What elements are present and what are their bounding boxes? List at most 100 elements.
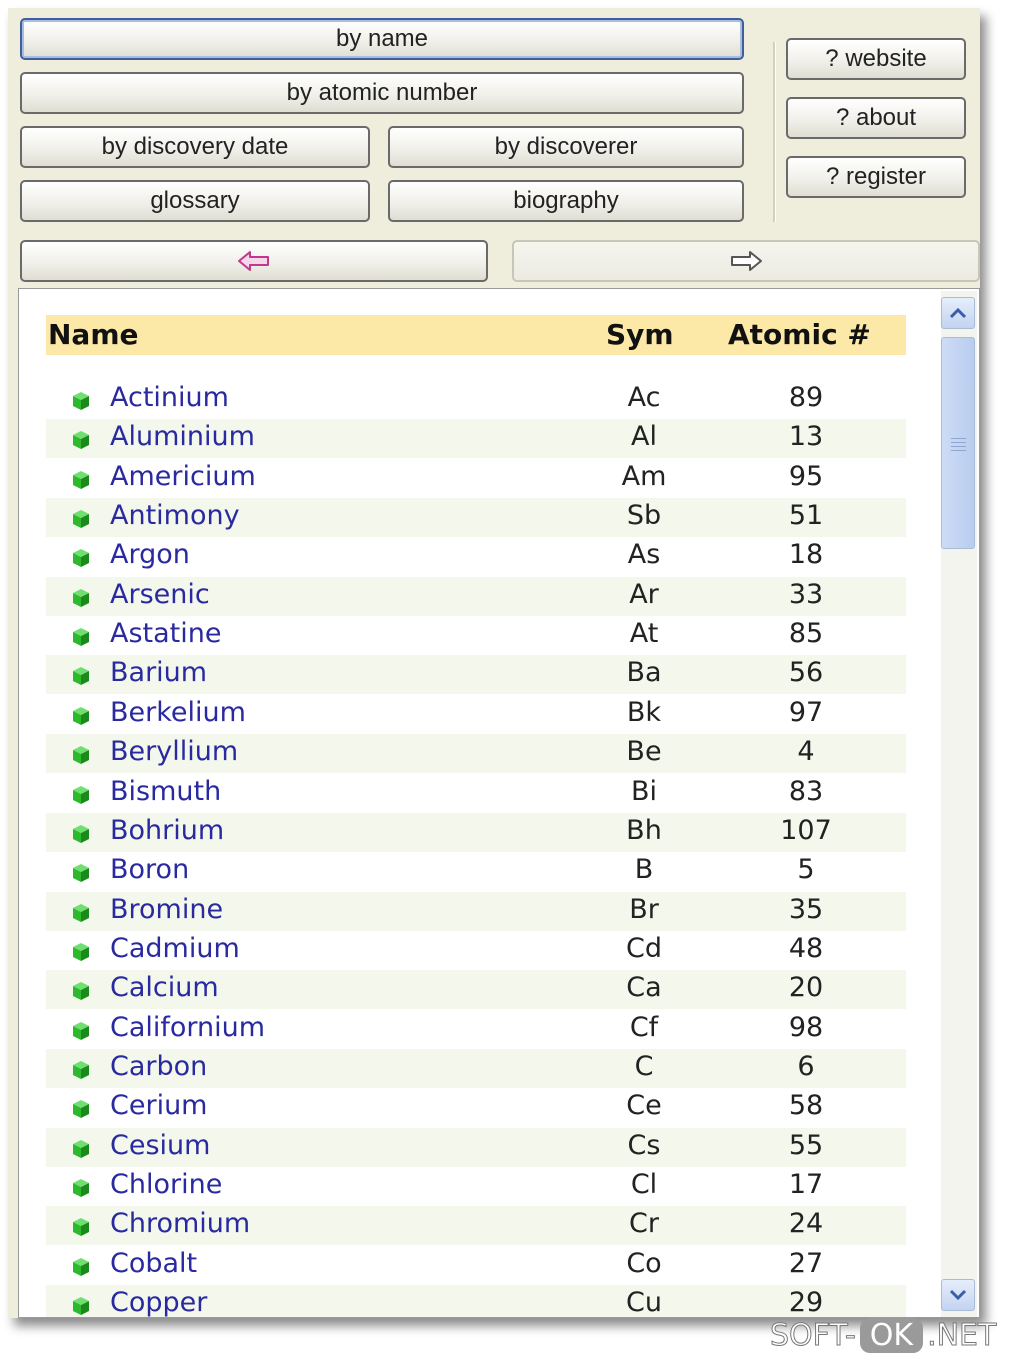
element-name-link[interactable]: Cesium — [110, 1130, 210, 1161]
element-name-link[interactable]: Berkelium — [110, 697, 246, 728]
table-row[interactable]: Arsenic Ar 33 — [46, 576, 906, 616]
table-row[interactable]: Americium Am 95 — [46, 459, 906, 498]
element-atomic-number: 24 — [788, 1208, 824, 1240]
scroll-down-button[interactable] — [941, 1279, 975, 1311]
cube-icon — [73, 746, 89, 765]
watermark-left: SOFT- — [770, 1318, 857, 1354]
table-row[interactable]: Cerium Ce 58 — [46, 1088, 906, 1127]
table-row[interactable]: Berkelium Bk 97 — [46, 695, 906, 734]
element-symbol: Am — [621, 460, 667, 492]
cube-icon — [73, 982, 89, 1001]
element-name-link[interactable]: Chromium — [110, 1208, 250, 1239]
element-atomic-number: 98 — [788, 1011, 824, 1043]
table-row[interactable]: Cesium Cs 55 — [46, 1127, 906, 1167]
element-atomic-number: 5 — [797, 854, 815, 886]
table-row[interactable]: Cobalt Co 27 — [46, 1246, 906, 1285]
table-row[interactable]: Chlorine Cl 17 — [46, 1167, 906, 1206]
by-name-button[interactable]: by name — [20, 18, 744, 60]
element-atomic-number: 33 — [788, 578, 824, 610]
element-name-link[interactable]: Antimony — [110, 500, 240, 531]
table-row[interactable]: Cadmium Cd 48 — [46, 931, 906, 970]
by-atomic-number-button[interactable]: by atomic number — [20, 72, 744, 114]
cube-icon — [73, 510, 89, 529]
cube-icon — [73, 431, 89, 450]
header-name[interactable]: Name — [48, 318, 139, 351]
element-symbol: As — [627, 539, 661, 571]
element-name-link[interactable]: Bohrium — [110, 815, 224, 846]
element-name-link[interactable]: Barium — [110, 657, 207, 688]
vertical-scrollbar[interactable] — [941, 291, 977, 1317]
element-name-link[interactable]: Beryllium — [110, 736, 238, 767]
table-row[interactable]: Beryllium Be 4 — [46, 734, 906, 774]
scroll-up-button[interactable] — [941, 297, 975, 329]
register-button[interactable]: ? register — [786, 156, 966, 198]
table-row[interactable]: Californium Cf 98 — [46, 1010, 906, 1049]
about-button[interactable]: ? about — [786, 97, 966, 139]
biography-button[interactable]: biography — [388, 180, 744, 222]
element-name-link[interactable]: Astatine — [110, 618, 221, 649]
by-discoverer-button[interactable]: by discoverer — [388, 126, 744, 168]
cube-icon — [73, 549, 89, 568]
element-name-link[interactable]: Cerium — [110, 1090, 207, 1121]
forward-button[interactable] — [512, 240, 980, 282]
by-discovery-date-button[interactable]: by discovery date — [20, 126, 370, 168]
table-row[interactable]: Chromium Cr 24 — [46, 1206, 906, 1246]
header-atomic-number[interactable]: Atomic # — [728, 318, 871, 351]
table-row[interactable]: Bromine Br 35 — [46, 891, 906, 931]
table-row[interactable]: Barium Ba 56 — [46, 655, 906, 695]
table-row[interactable]: Aluminium Al 13 — [46, 419, 906, 459]
element-symbol: At — [629, 618, 659, 650]
element-name-link[interactable]: Cobalt — [110, 1248, 197, 1279]
cube-icon — [73, 1257, 89, 1276]
watermark: SOFT- OK .NET — [770, 1318, 997, 1354]
element-name-link[interactable]: Calcium — [110, 972, 219, 1003]
element-atomic-number: 89 — [788, 382, 824, 413]
element-symbol: Cf — [629, 1011, 659, 1043]
table-row[interactable]: Calcium Ca 20 — [46, 970, 906, 1010]
element-atomic-number: 48 — [788, 932, 824, 964]
table-row[interactable]: Carbon C 6 — [46, 1048, 906, 1088]
cube-icon — [73, 785, 89, 804]
element-atomic-number: 55 — [788, 1129, 824, 1161]
element-name-link[interactable]: Arsenic — [110, 579, 210, 610]
element-atomic-number: 51 — [788, 500, 824, 532]
element-name-link[interactable]: Actinium — [110, 382, 229, 413]
element-name-link[interactable]: Bromine — [110, 894, 223, 925]
scroll-thumb[interactable] — [941, 337, 975, 549]
element-atomic-number: 83 — [788, 775, 824, 807]
element-symbol: Ar — [629, 578, 659, 610]
element-name-link[interactable]: Carbon — [110, 1051, 207, 1082]
element-atomic-number: 13 — [788, 421, 824, 453]
element-name-link[interactable]: Boron — [110, 854, 189, 885]
table-row[interactable]: Copper Cu 29 — [46, 1285, 906, 1317]
header-symbol[interactable]: Sym — [606, 318, 674, 351]
table-row[interactable]: Argon As 18 — [46, 537, 906, 576]
cube-icon — [73, 903, 89, 922]
element-name-link[interactable]: Aluminium — [110, 421, 255, 452]
table-row[interactable]: Bismuth Bi 83 — [46, 774, 906, 813]
table-row[interactable]: Boron B 5 — [46, 852, 906, 891]
website-button[interactable]: ? website — [786, 38, 966, 80]
table-row[interactable]: Antimony Sb 51 — [46, 498, 906, 538]
element-atomic-number: 95 — [788, 460, 824, 492]
element-name-link[interactable]: Cadmium — [110, 933, 240, 964]
cube-icon — [73, 667, 89, 686]
watermark-mid: OK — [859, 1318, 924, 1353]
element-name-link[interactable]: Californium — [110, 1012, 265, 1043]
element-symbol: Br — [629, 893, 659, 925]
element-name-link[interactable]: Argon — [110, 539, 190, 570]
element-name-link[interactable]: Chlorine — [110, 1169, 222, 1200]
table-row[interactable]: Astatine At 85 — [46, 616, 906, 655]
cube-icon — [73, 1297, 89, 1316]
element-list-panel: Name Sym Atomic # Actinium Ac 89 Aluminium A… — [18, 288, 980, 1318]
back-button[interactable] — [20, 240, 488, 282]
element-name-link[interactable]: Bismuth — [110, 776, 221, 807]
table-row[interactable]: Actinium Ac 89 — [46, 380, 906, 419]
element-symbol: Ca — [626, 972, 662, 1004]
cube-icon — [73, 1060, 89, 1079]
element-atomic-number: 97 — [788, 696, 824, 728]
element-name-link[interactable]: Copper — [110, 1287, 207, 1317]
element-name-link[interactable]: Americium — [110, 461, 256, 492]
table-row[interactable]: Bohrium Bh 107 — [46, 812, 906, 852]
glossary-button[interactable]: glossary — [20, 180, 370, 222]
